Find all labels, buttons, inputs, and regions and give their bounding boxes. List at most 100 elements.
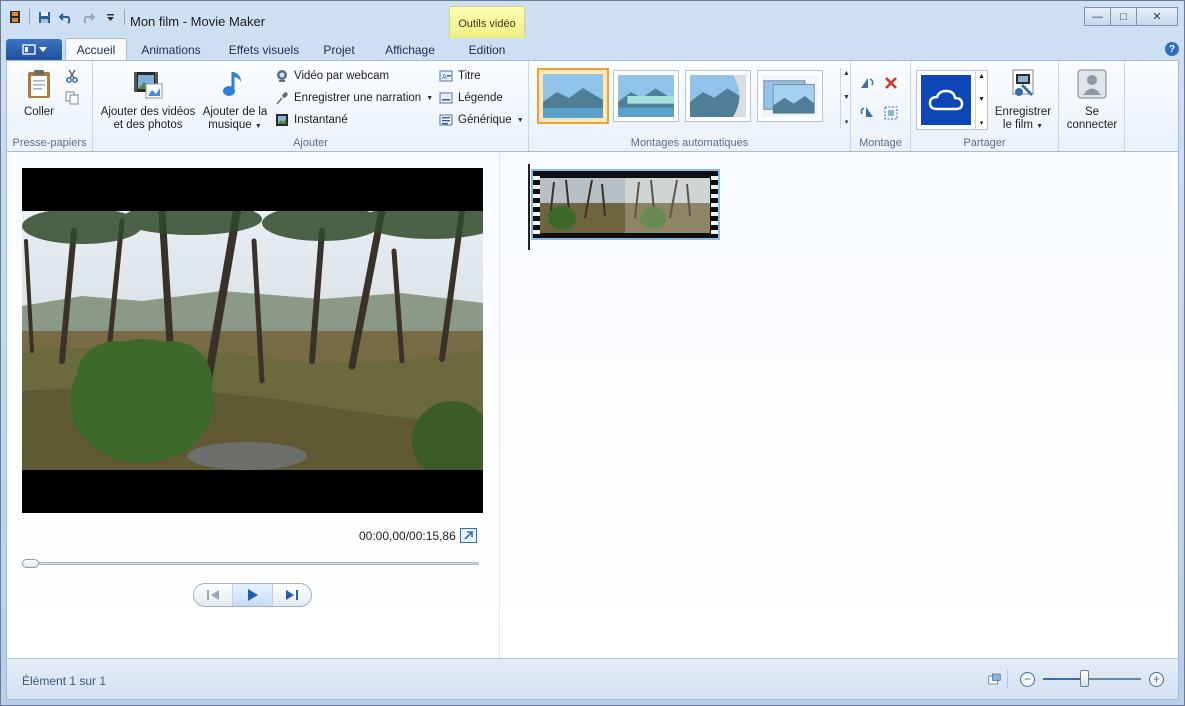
copy-button[interactable]: [65, 91, 79, 105]
clip-thumbnail: [540, 178, 625, 233]
video-preview[interactable]: [22, 168, 483, 513]
add-videos-photos-button[interactable]: Ajouter des vidéos et des photos: [99, 68, 197, 132]
clip-frame-image: [625, 178, 710, 233]
tab-affichage[interactable]: Affichage: [370, 38, 450, 61]
theme-thumbnail: [618, 75, 674, 117]
thumbnail-size-icon: [988, 673, 1001, 685]
caption-button[interactable]: Légende: [439, 91, 503, 105]
gallery-expand-icon[interactable]: ▾: [980, 119, 984, 127]
chevron-down-icon: [38, 46, 47, 52]
snapshot-label: Instantané: [294, 114, 348, 126]
save-movie-button[interactable]: Enregistrer le film ▼: [991, 68, 1055, 133]
maximize-button[interactable]: □: [1110, 7, 1137, 26]
select-all-button[interactable]: [883, 105, 899, 121]
theme-pan-zoom[interactable]: [685, 70, 751, 122]
previous-frame-button[interactable]: [194, 584, 234, 606]
theme-thumbnail: [690, 75, 746, 117]
record-narration-button[interactable]: Enregistrer une narration ▼: [275, 91, 433, 105]
theme-contemporary[interactable]: [537, 68, 609, 124]
video-clip[interactable]: [531, 169, 720, 240]
add-music-line2-text: musique: [208, 119, 252, 131]
timecode: 00:00,00/00:15,86: [359, 529, 456, 543]
seek-thumb[interactable]: [22, 559, 39, 568]
tab-edition[interactable]: Edition: [450, 38, 524, 61]
status-text: Élément 1 sur 1: [22, 674, 107, 688]
theme-fade[interactable]: [613, 70, 679, 122]
rotate-left-button[interactable]: [859, 76, 875, 90]
app-icon[interactable]: [7, 9, 23, 25]
seek-bar[interactable]: [24, 562, 479, 565]
theme-cinematic[interactable]: [757, 70, 823, 122]
select-all-icon: [884, 106, 898, 120]
paste-button[interactable]: Coller: [17, 68, 61, 119]
previous-frame-icon: [207, 590, 220, 600]
toolbar-separator: [29, 9, 30, 25]
group-add: Ajouter des vidéos et des photos Ajouter…: [93, 61, 529, 151]
customize-qat-icon[interactable]: [102, 9, 118, 25]
record-narration-label: Enregistrer une narration: [294, 92, 422, 104]
next-frame-button[interactable]: [273, 584, 311, 606]
playhead[interactable]: [528, 164, 530, 250]
group-signin: Se connecter: [1059, 61, 1125, 151]
zoom-in-button[interactable]: +: [1149, 671, 1164, 687]
snapshot-button[interactable]: Instantané: [275, 113, 348, 127]
forest-scene-image: [22, 211, 483, 470]
cut-button[interactable]: [65, 69, 79, 83]
file-menu-button[interactable]: [6, 39, 62, 60]
toolbar-separator: [124, 9, 125, 25]
chevron-up-icon[interactable]: ▲: [978, 73, 985, 80]
storyboard[interactable]: [501, 152, 1178, 658]
ribbon: Coller Presse-papiers Ajouter des vidéos…: [6, 60, 1179, 152]
tab-projet[interactable]: Projet: [312, 38, 366, 61]
add-music-line1: Ajouter de la: [202, 106, 268, 118]
chevron-down-icon: ▼: [426, 94, 434, 102]
group-label-add: Ajouter: [293, 137, 328, 149]
tab-effets-visuels[interactable]: Effets visuels: [218, 38, 310, 61]
movie-maker-window: Mon film - Movie Maker Outils vidéo — □ …: [0, 0, 1185, 706]
credits-icon: [439, 114, 453, 126]
add-music-button[interactable]: Ajouter de la musique ▼: [199, 68, 271, 133]
title-button[interactable]: A Titre: [439, 69, 481, 83]
credits-button[interactable]: Générique ▼: [439, 113, 524, 127]
help-icon[interactable]: ?: [1165, 42, 1179, 56]
contextual-tab-video-tools: Outils vidéo: [449, 6, 525, 38]
clipboard-icon: [28, 70, 50, 98]
caption-icon: [439, 92, 453, 104]
play-button[interactable]: [233, 584, 273, 606]
save-icon[interactable]: [36, 9, 52, 25]
redo-icon[interactable]: [80, 9, 96, 25]
microphone-icon: [276, 92, 288, 105]
group-share: ▲ ▼ ▾ Enregistrer le film ▼ Partager: [911, 61, 1059, 151]
caption-label: Légende: [458, 92, 503, 104]
zoom-out-button[interactable]: −: [1020, 671, 1035, 687]
minimize-button[interactable]: —: [1084, 7, 1111, 26]
webcam-video-label: Vidéo par webcam: [294, 70, 390, 82]
zoom-slider-thumb[interactable]: [1080, 670, 1089, 687]
tab-animations[interactable]: Animations: [130, 38, 212, 61]
title-bar: Mon film - Movie Maker Outils vidéo — □ …: [1, 1, 1184, 38]
onedrive-share-button[interactable]: [921, 75, 971, 125]
group-clipboard: Coller Presse-papiers: [7, 61, 93, 151]
webcam-video-button[interactable]: Vidéo par webcam: [275, 69, 389, 83]
chevron-down-icon[interactable]: ▼: [978, 96, 985, 103]
user-icon: [1077, 69, 1107, 99]
fullscreen-button[interactable]: [460, 528, 477, 543]
share-gallery: ▲ ▼ ▾: [916, 70, 988, 130]
next-frame-icon: [285, 590, 298, 600]
sign-in-button[interactable]: Se connecter: [1063, 68, 1121, 132]
expand-icon: [464, 531, 473, 540]
share-gallery-scroll[interactable]: ▲ ▼ ▾: [975, 71, 987, 129]
webcam-icon: [277, 70, 287, 82]
remove-button[interactable]: [883, 75, 899, 91]
gallery-expand-icon[interactable]: ▾: [845, 118, 849, 126]
close-button[interactable]: ✕: [1136, 7, 1178, 26]
group-editing: Montage: [851, 61, 911, 151]
tab-accueil[interactable]: Accueil: [65, 38, 127, 61]
rotate-right-button[interactable]: [859, 105, 875, 119]
chevron-up-icon[interactable]: ▲: [843, 70, 850, 77]
undo-icon[interactable]: [58, 9, 74, 25]
chevron-down-icon[interactable]: ▼: [843, 94, 850, 101]
zoom-slider[interactable]: [1043, 670, 1141, 687]
thumbnail-size-button[interactable]: [988, 670, 1008, 688]
status-controls: − +: [988, 670, 1164, 688]
